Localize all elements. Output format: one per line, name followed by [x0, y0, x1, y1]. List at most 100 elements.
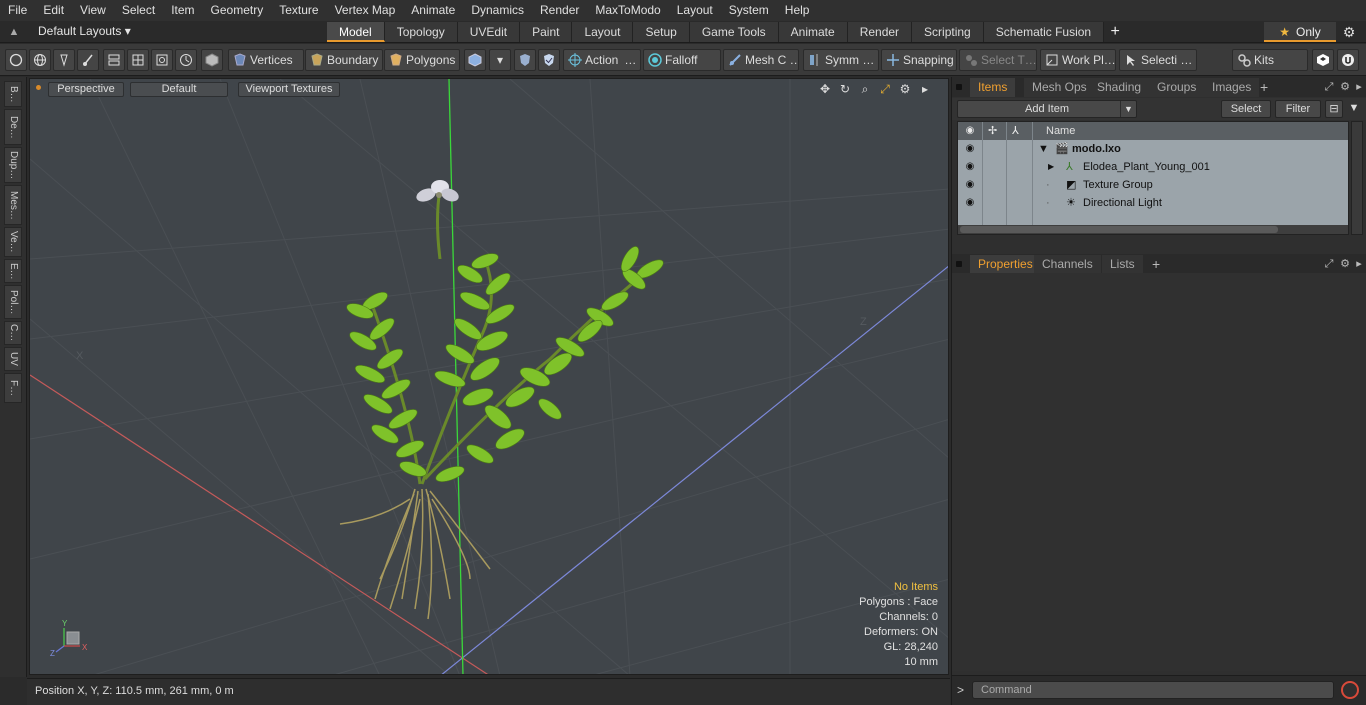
- lock-column-icon[interactable]: ✢: [988, 122, 997, 140]
- sym-x-button[interactable]: [514, 49, 536, 71]
- tab-mesh-ops[interactable]: Mesh Ops: [1024, 78, 1095, 97]
- tab-shading[interactable]: Shading: [1089, 78, 1150, 97]
- maximize-icon[interactable]: ⤢: [878, 82, 892, 96]
- brush-button[interactable]: [77, 49, 99, 71]
- item-list-vscrollbar[interactable]: [1351, 121, 1363, 235]
- panel-arrow-icon[interactable]: ▸: [1352, 257, 1366, 271]
- vertices-button[interactable]: Vertices: [228, 49, 304, 71]
- default-layouts-dropdown[interactable]: Default Layouts ▾: [38, 24, 131, 38]
- tab-schematic-fusion[interactable]: Schematic Fusion: [983, 22, 1105, 42]
- tab-topology[interactable]: Topology: [384, 22, 458, 42]
- menu-view[interactable]: View: [72, 0, 114, 21]
- filter-button[interactable]: Filter: [1275, 100, 1321, 118]
- menu-select[interactable]: Select: [114, 0, 163, 21]
- tab-layout[interactable]: Layout: [572, 22, 634, 42]
- add-item-dropdown[interactable]: Add Item ▼: [957, 100, 1137, 118]
- tab-lists[interactable]: Lists: [1102, 255, 1143, 274]
- menu-file[interactable]: File: [0, 0, 35, 21]
- menu-layout[interactable]: Layout: [669, 0, 721, 21]
- only-toggle[interactable]: ★ Only: [1264, 22, 1336, 42]
- name-column-header[interactable]: Name: [1046, 122, 1075, 140]
- expand-panel-icon[interactable]: ⤢: [1322, 257, 1336, 271]
- viewport-options-dot[interactable]: [36, 85, 41, 90]
- item-list-hscrollbar[interactable]: [958, 225, 1348, 234]
- vtab-mesh-edit[interactable]: Mes…: [4, 185, 22, 225]
- record-macro-icon[interactable]: [1341, 681, 1359, 699]
- tab-animate[interactable]: Animate: [778, 22, 848, 42]
- material-button[interactable]: [464, 49, 486, 71]
- sym-y-button[interactable]: [538, 49, 560, 71]
- tab-paint[interactable]: Paint: [520, 22, 573, 42]
- select-through-button[interactable]: Select T…: [959, 49, 1037, 71]
- add-panel-tab-icon[interactable]: +: [1152, 254, 1160, 274]
- unreal-button[interactable]: [1337, 49, 1359, 71]
- expand-panel-icon[interactable]: ⤢: [1322, 80, 1336, 94]
- visibility-eye-icon[interactable]: ◉: [963, 178, 977, 192]
- menu-texture[interactable]: Texture: [271, 0, 326, 21]
- snapping-button[interactable]: Snapping: [881, 49, 957, 71]
- add-tab-plus-icon[interactable]: +: [1104, 22, 1126, 42]
- falloff-button[interactable]: Falloff: [643, 49, 721, 71]
- viewport-textures-button[interactable]: Viewport Textures: [238, 82, 340, 97]
- vtab-edge[interactable]: E…: [4, 259, 22, 283]
- pen-button[interactable]: [53, 49, 75, 71]
- vtab-deform[interactable]: De…: [4, 109, 22, 145]
- vtab-curve[interactable]: C…: [4, 321, 22, 345]
- collapse-up-icon[interactable]: ▲: [7, 25, 21, 39]
- item-mode-button[interactable]: [201, 49, 223, 71]
- select-button[interactable]: Select: [1221, 100, 1271, 118]
- shading-default-button[interactable]: Default: [130, 82, 228, 97]
- menu-render[interactable]: Render: [532, 0, 587, 21]
- action-center-button[interactable]: Action…: [563, 49, 641, 71]
- polygons-button[interactable]: Polygons: [384, 49, 460, 71]
- item-list[interactable]: ◉ ✢ ⅄ Name ◉ ▼ 🎬 modo.lxo ◉ ▶ ⅄ Elodea_P…: [957, 121, 1349, 235]
- gear-icon[interactable]: ⚙: [1340, 23, 1358, 41]
- menu-edit[interactable]: Edit: [35, 0, 72, 21]
- scrollbar-thumb[interactable]: [960, 226, 1278, 233]
- vtab-polygon[interactable]: Pol…: [4, 285, 22, 319]
- list-item[interactable]: ◉ · ◩ Texture Group: [958, 176, 1348, 194]
- pan-icon[interactable]: ✥: [818, 82, 832, 96]
- work-plane-button[interactable]: Work Pl…: [1040, 49, 1116, 71]
- menu-maxtomodo[interactable]: MaxToModo: [587, 0, 668, 21]
- selection-sets-button[interactable]: Selecti …: [1119, 49, 1197, 71]
- list-item[interactable]: ◉ ▼ 🎬 modo.lxo: [958, 140, 1348, 158]
- align-button[interactable]: [103, 49, 125, 71]
- tab-render[interactable]: Render: [847, 22, 913, 42]
- tab-game-tools[interactable]: Game Tools: [689, 22, 779, 42]
- mesh-constraint-button[interactable]: Mesh C …: [723, 49, 799, 71]
- tab-scripting[interactable]: Scripting: [912, 22, 984, 42]
- axis-column-icon[interactable]: ⅄: [1012, 122, 1019, 140]
- frame-button[interactable]: [151, 49, 173, 71]
- globe-button[interactable]: [29, 49, 51, 71]
- vtab-duplicate[interactable]: Dup…: [4, 147, 22, 183]
- vtab-uv[interactable]: UV: [4, 347, 22, 371]
- menu-system[interactable]: System: [721, 0, 777, 21]
- kits-button[interactable]: Kits: [1232, 49, 1308, 71]
- tab-setup[interactable]: Setup: [633, 22, 690, 42]
- visibility-column-eye-icon[interactable]: ◉: [963, 124, 977, 138]
- symmetry-button[interactable]: Symm …: [803, 49, 879, 71]
- visibility-eye-icon[interactable]: ◉: [963, 160, 977, 174]
- tab-properties[interactable]: Properties: [970, 255, 1041, 274]
- vtab-fusion[interactable]: F…: [4, 373, 22, 403]
- menu-vertex-map[interactable]: Vertex Map: [327, 0, 404, 21]
- menu-animate[interactable]: Animate: [403, 0, 463, 21]
- boundary-button[interactable]: Boundary: [305, 49, 383, 71]
- expand-triangle-icon[interactable]: ▼: [1038, 140, 1049, 158]
- perspective-button[interactable]: Perspective: [48, 82, 124, 97]
- menu-help[interactable]: Help: [777, 0, 818, 21]
- zoom-icon[interactable]: ⌕: [858, 82, 872, 96]
- funnel-filter-button[interactable]: ▼: [1345, 100, 1363, 118]
- tab-images[interactable]: Images: [1204, 78, 1260, 97]
- 3d-viewport[interactable]: X Z Perspective Default Viewport Texture…: [29, 78, 949, 675]
- clock-button[interactable]: [175, 49, 197, 71]
- grid-button[interactable]: [127, 49, 149, 71]
- viewport-gear-icon[interactable]: ⚙: [898, 82, 912, 96]
- panel-gear-icon[interactable]: ⚙: [1338, 80, 1352, 94]
- menu-dynamics[interactable]: Dynamics: [463, 0, 532, 21]
- unity-button[interactable]: [1312, 49, 1334, 71]
- command-input[interactable]: Command: [972, 681, 1334, 699]
- visibility-eye-icon[interactable]: ◉: [963, 142, 977, 156]
- tab-channels[interactable]: Channels: [1034, 255, 1101, 274]
